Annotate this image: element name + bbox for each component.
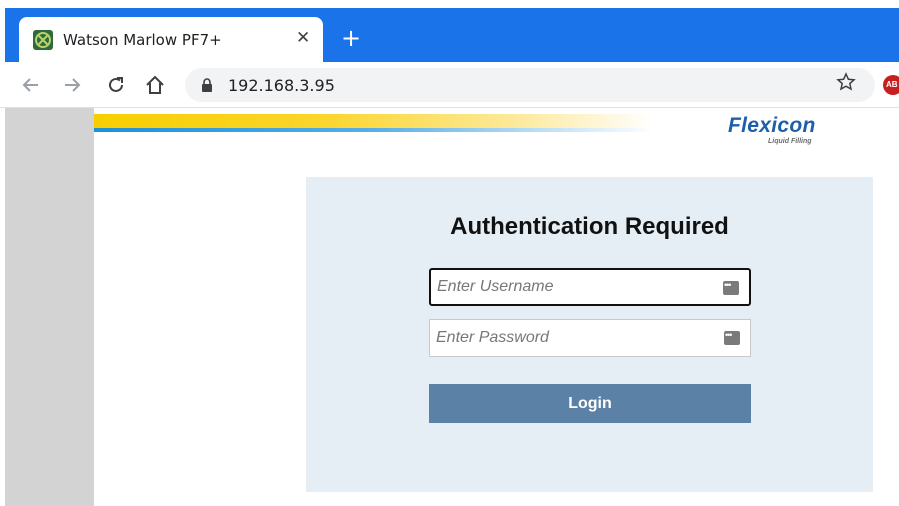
logo-subtitle: Liquid Filling <box>768 138 812 145</box>
address-bar[interactable]: 192.168.3.95 <box>185 68 875 102</box>
password-manager-icon[interactable] <box>723 280 739 295</box>
header-banner-yellow <box>94 114 654 128</box>
header-banner-blue <box>94 128 654 132</box>
browser-toolbar: 192.168.3.95 AB <box>0 62 899 108</box>
browser-tab[interactable]: Watson Marlow PF7+ ✕ <box>19 17 323 62</box>
page-content: Flexicon Liquid Filling Authentication R… <box>94 108 899 506</box>
tab-strip: Watson Marlow PF7+ ✕ + <box>0 0 899 62</box>
login-card: Authentication Required Login <box>306 177 873 492</box>
star-icon[interactable] <box>836 72 856 92</box>
logo-text: Flexicon <box>728 114 816 137</box>
tab-title: Watson Marlow PF7+ <box>63 31 222 49</box>
login-button[interactable]: Login <box>429 384 751 423</box>
extension-badge-icon[interactable]: AB <box>883 75 899 95</box>
new-tab-button[interactable]: + <box>341 26 361 50</box>
forward-arrow-icon[interactable] <box>61 74 83 96</box>
username-input[interactable] <box>437 270 707 304</box>
password-input[interactable] <box>436 320 706 356</box>
page-title: Authentication Required <box>450 213 729 240</box>
password-manager-icon[interactable] <box>724 330 740 345</box>
left-margin <box>5 108 94 506</box>
site-favicon-icon <box>33 30 53 50</box>
back-arrow-icon[interactable] <box>20 74 42 96</box>
lock-icon[interactable] <box>201 78 213 92</box>
flexicon-logo: Flexicon Liquid Filling <box>728 114 838 150</box>
password-field[interactable] <box>429 319 751 357</box>
home-icon[interactable] <box>144 74 166 96</box>
url-text[interactable]: 192.168.3.95 <box>228 76 335 95</box>
tab-close-icon[interactable]: ✕ <box>296 28 310 48</box>
reload-icon[interactable] <box>105 74 127 96</box>
username-field[interactable] <box>429 268 751 306</box>
